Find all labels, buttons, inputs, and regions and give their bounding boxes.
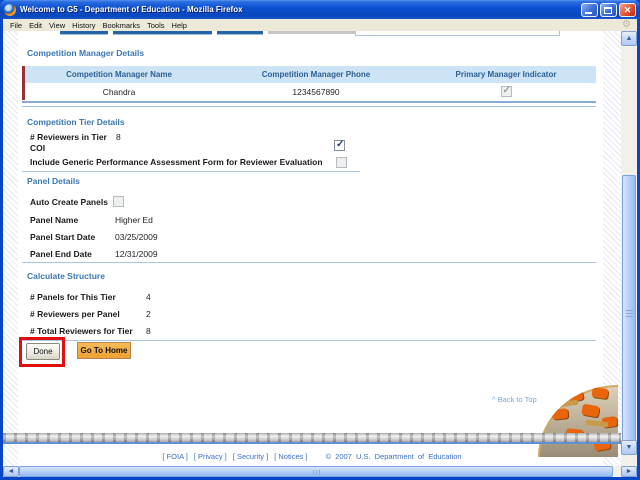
manager-table-header: Competition Manager Name Competition Man…: [22, 66, 596, 83]
scroll-left-button[interactable]: ◄: [3, 466, 19, 477]
section-divider-2: [22, 171, 360, 172]
auto-create-panels-checkbox[interactable]: [113, 196, 124, 207]
page-footer: [ FOIA ] [ Privacy ] [ Security ] [ Noti…: [3, 450, 621, 462]
minimize-icon: [585, 11, 592, 14]
done-button[interactable]: Done: [26, 343, 60, 360]
firefox-window: Welcome to G5 - Department of Education …: [0, 0, 640, 480]
close-icon: ✕: [623, 4, 632, 15]
go-to-home-button[interactable]: Go To Home: [77, 342, 131, 359]
manager-phone-cell: 1234567890: [292, 86, 340, 97]
menu-bar: File Edit View History Bookmarks Tools H…: [3, 19, 637, 31]
total-reviewers-value: 8: [146, 326, 151, 336]
firefox-icon: [4, 3, 16, 16]
maximize-button[interactable]: [600, 2, 617, 17]
footer-link-notices[interactable]: [ Notices ]: [274, 452, 307, 461]
primary-indicator-cell: [416, 83, 596, 100]
nav-tab-stub-1[interactable]: [60, 31, 108, 35]
scroll-right-button[interactable]: ►: [621, 466, 637, 477]
table-bottom-divider: [22, 101, 596, 103]
footer-copyright: © 2007 U.S. Department of Education: [325, 451, 462, 461]
page-content: Competition Manager Details Competition …: [3, 31, 621, 466]
panels-for-tier-label: # Panels for This Tier: [30, 292, 116, 302]
menu-file[interactable]: File: [10, 21, 22, 30]
auto-create-panels-label: Auto Create Panels: [30, 197, 108, 207]
vertical-scroll-thumb[interactable]: [622, 175, 636, 450]
throbber-icon: ⚙: [622, 19, 631, 30]
section-heading-tier: Competition Tier Details: [27, 117, 125, 127]
section-divider-3: [22, 262, 596, 263]
panel-start-date-value: 03/25/2009: [115, 232, 158, 242]
search-box-stub[interactable]: [355, 31, 560, 36]
section-divider-1: [22, 106, 596, 107]
column-manager-name: Competition Manager Name: [66, 70, 172, 79]
include-generic-checkbox[interactable]: [336, 157, 347, 168]
column-primary-indicator: Primary Manager Indicator: [455, 70, 557, 79]
scroll-up-button[interactable]: ▲: [621, 31, 637, 46]
panel-name-value: Higher Ed: [115, 215, 153, 225]
panel-name-label: Panel Name: [30, 215, 79, 225]
panels-for-tier-value: 4: [146, 292, 151, 302]
panel-start-date-label: Panel Start Date: [30, 232, 96, 242]
silver-divider-bar: [3, 433, 621, 442]
window-controls: ✕: [581, 2, 636, 17]
vertical-scrollbar[interactable]: ▲ ▼: [621, 31, 637, 466]
close-button[interactable]: ✕: [619, 2, 636, 17]
window-title: Welcome to G5 - Department of Education …: [20, 5, 243, 14]
total-reviewers-label: # Total Reviewers for Tier: [30, 326, 133, 336]
reviewers-per-panel-value: 2: [146, 309, 151, 319]
menu-help[interactable]: Help: [172, 21, 187, 30]
include-generic-label: Include Generic Performance Assessment F…: [30, 157, 323, 167]
minimize-button[interactable]: [581, 2, 598, 17]
manager-name-cell: Chandra: [102, 86, 136, 97]
menu-view[interactable]: View: [49, 21, 65, 30]
panel-end-date-label: Panel End Date: [30, 249, 92, 259]
menu-tools[interactable]: Tools: [147, 21, 165, 30]
menu-edit[interactable]: Edit: [29, 21, 42, 30]
panel-end-date-value: 12/31/2009: [115, 249, 158, 259]
menu-bookmarks[interactable]: Bookmarks: [103, 21, 141, 30]
footer-link-privacy[interactable]: [ Privacy ]: [194, 452, 227, 461]
nav-tab-stub-2[interactable]: [113, 31, 212, 35]
nav-strip-stub: [268, 31, 355, 34]
nav-tab-stub-3[interactable]: [217, 31, 263, 35]
coi-checkbox[interactable]: [334, 139, 345, 151]
section-heading-manager: Competition Manager Details: [27, 48, 145, 58]
coi-label: COI: [30, 143, 46, 153]
footer-link-foia[interactable]: [ FOIA ]: [162, 452, 187, 461]
title-bar: Welcome to G5 - Department of Education …: [0, 0, 640, 19]
section-heading-calculate: Calculate Structure: [27, 271, 105, 281]
horizontal-scroll-thumb[interactable]: [19, 466, 613, 477]
manager-table-row: Chandra 1234567890: [22, 83, 596, 100]
blue-divider-line: [3, 442, 621, 444]
maximize-icon: [604, 6, 612, 14]
primary-manager-checkbox[interactable]: [500, 85, 512, 97]
classroom-chairs-photo: [538, 385, 618, 457]
section-heading-panel: Panel Details: [27, 176, 80, 186]
reviewers-in-tier-label: # Reviewers in Tier: [30, 132, 107, 142]
reviewers-in-tier-value: 8: [116, 132, 121, 142]
scroll-down-button[interactable]: ▼: [621, 440, 637, 455]
reviewers-per-panel-label: # Reviewers per Panel: [30, 309, 120, 319]
left-margin-stripes: [3, 31, 18, 466]
table-left-accent-bar: [22, 66, 25, 100]
horizontal-scrollbar[interactable]: ◄ ►: [3, 466, 637, 477]
section-divider-4: [22, 340, 596, 341]
back-to-top-link[interactable]: ^ Back to Top: [492, 395, 537, 404]
menu-history[interactable]: History: [72, 21, 95, 30]
footer-link-security[interactable]: [ Security ]: [233, 452, 268, 461]
column-manager-phone: Competition Manager Phone: [261, 70, 371, 79]
